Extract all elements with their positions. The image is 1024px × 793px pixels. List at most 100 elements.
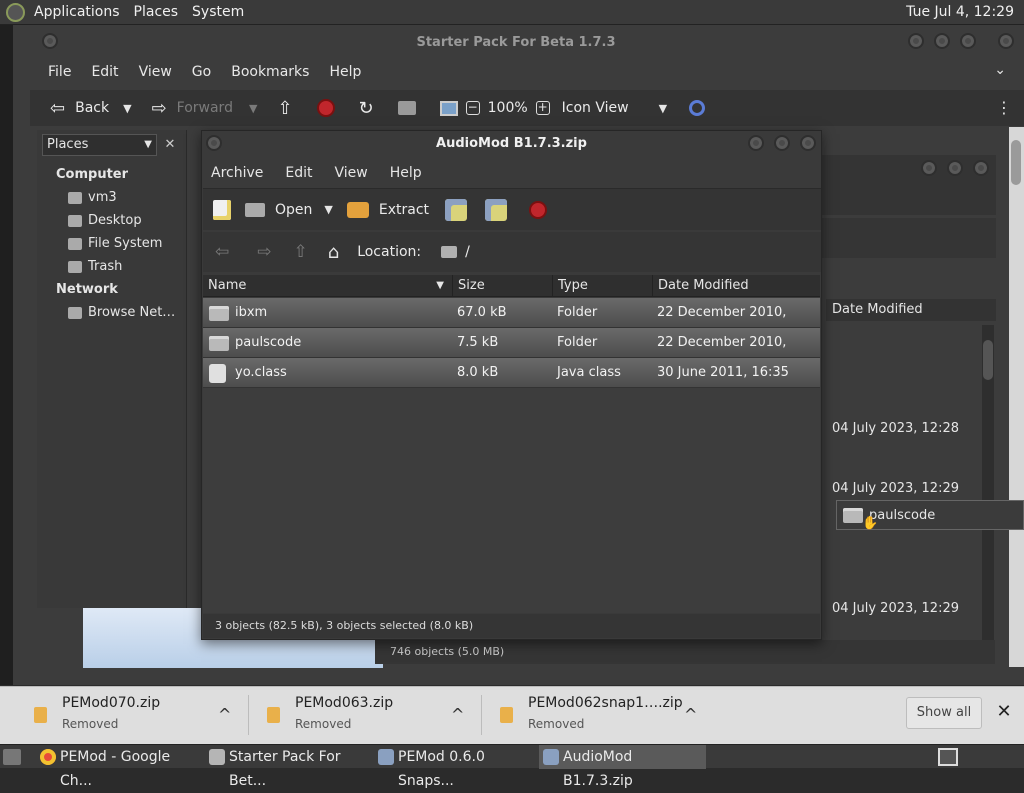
table-row[interactable]: yo.class 8.0 kB Java class 30 June 2011,… <box>203 358 820 388</box>
table-row[interactable]: paulscode 7.5 kB Folder 22 December 2010… <box>203 328 820 380</box>
open-icon[interactable] <box>245 202 265 217</box>
close-icon[interactable] <box>960 33 976 49</box>
column-header-date-modified[interactable]: Date Modified <box>826 299 996 321</box>
menu-archive[interactable]: Archive <box>211 165 263 181</box>
file-size: 7.5 kB <box>457 335 499 350</box>
file-browser-menubar: File Edit View Go Bookmarks Help ⌄ <box>30 58 1024 86</box>
file-browser-toolbar: ⇦ Back ▼ ⇨ Forward ▼ ⇧ ↻ − 100% + Icon V… <box>30 90 1024 126</box>
menu-view[interactable]: View <box>139 64 172 80</box>
computer-icon[interactable] <box>439 100 458 116</box>
inner-maximize-icon[interactable] <box>947 160 963 176</box>
table-row[interactable]: ibxm 67.0 kB Folder 22 December 2010, 13… <box>203 298 820 350</box>
menu-bookmarks[interactable]: Bookmarks <box>231 64 309 80</box>
chevron-up-icon[interactable]: ^ <box>684 705 697 724</box>
back-button[interactable]: Back <box>75 100 109 116</box>
zoom-out-icon[interactable]: − <box>465 101 480 115</box>
column-header-date-modified[interactable]: Date Modified <box>653 275 820 297</box>
menu-edit[interactable]: Edit <box>91 64 118 80</box>
menu-help[interactable]: Help <box>390 165 422 181</box>
clock[interactable]: Tue Jul 4, 12:29 <box>906 4 1014 20</box>
back-arrow-icon: ⇦ <box>215 242 230 262</box>
home-folder-icon[interactable] <box>397 101 416 115</box>
back-arrow-icon[interactable]: ⇦ <box>50 98 65 119</box>
taskbar-item-starter-pack[interactable]: Starter Pack For Bet... <box>205 745 371 789</box>
system-menu[interactable]: System <box>192 4 244 20</box>
menu-edit[interactable]: Edit <box>285 165 312 181</box>
chevron-up-icon[interactable]: ^ <box>451 705 464 724</box>
desktop-icon <box>68 214 82 227</box>
menu-file[interactable]: File <box>48 64 71 80</box>
archive-icon <box>378 749 394 765</box>
overflow-menu-icon[interactable]: ⋮ <box>996 98 1012 117</box>
sidebar-item-vm3[interactable]: vm3 <box>68 190 117 205</box>
home-icon[interactable]: ⌂ <box>328 242 339 263</box>
stop-icon[interactable] <box>316 99 335 117</box>
sidebar-item-desktop[interactable]: Desktop <box>68 213 142 228</box>
reload-icon[interactable]: ↻ <box>359 98 374 119</box>
list-item-date: 04 July 2023, 12:29 <box>832 601 959 616</box>
extra-window-button-icon[interactable] <box>998 33 1014 49</box>
maximize-icon[interactable] <box>934 33 950 49</box>
download-item[interactable]: PEMod062snap1….zip Removed ^ <box>466 687 697 745</box>
taskbar-item-pemod-snapshot[interactable]: PEMod 0.6.0 Snaps... <box>374 745 536 789</box>
places-selector[interactable]: Places ▼ <box>42 134 157 156</box>
applications-menu[interactable]: Applications <box>34 4 120 20</box>
extract-icon[interactable] <box>346 201 369 218</box>
up-arrow-icon: ⇧ <box>293 242 308 262</box>
file-date: 22 December 2010, 13:24 <box>657 335 787 380</box>
inner-close-icon[interactable] <box>973 160 989 176</box>
view-mode-dropdown-icon[interactable]: ▼ <box>659 102 667 115</box>
places-dropdown-icon[interactable]: ▼ <box>144 135 152 155</box>
search-icon[interactable] <box>689 100 706 116</box>
archive-close-icon[interactable] <box>800 135 816 151</box>
close-downloads-icon[interactable]: ✕ <box>994 697 1014 727</box>
outer-scrollbar-thumb[interactable] <box>1011 140 1021 185</box>
view-mode-select[interactable]: Icon View <box>562 100 629 116</box>
inner-minimize-icon[interactable] <box>921 160 937 176</box>
archive-maximize-icon[interactable] <box>774 135 790 151</box>
sidebar-item-trash[interactable]: Trash <box>68 259 122 274</box>
menu-go[interactable]: Go <box>192 64 211 80</box>
gnome-logo-icon[interactable] <box>6 3 25 22</box>
minimize-icon[interactable] <box>908 33 924 49</box>
chevron-up-icon[interactable]: ^ <box>218 705 231 724</box>
archive-file-list-empty-area[interactable] <box>203 388 820 613</box>
menu-help[interactable]: Help <box>329 64 361 80</box>
new-archive-icon[interactable] <box>213 199 231 220</box>
sidebar-item-file-system[interactable]: File System <box>68 236 162 251</box>
column-header-name[interactable]: Name ▼ <box>203 275 453 297</box>
close-sidebar-icon[interactable]: ✕ <box>160 134 180 156</box>
window-menu-icon[interactable] <box>42 33 58 49</box>
column-header-type[interactable]: Type <box>553 275 653 297</box>
extract-button[interactable]: Extract <box>379 202 429 218</box>
menu-view[interactable]: View <box>335 165 368 181</box>
open-dropdown-icon[interactable]: ▼ <box>324 203 332 216</box>
sort-descending-icon: ▼ <box>436 280 444 291</box>
trash-icon <box>68 260 82 273</box>
taskbar-item-chrome[interactable]: PEMod - Google Ch... <box>36 745 202 789</box>
download-item[interactable]: PEMod070.zip Removed ^ <box>0 687 231 745</box>
zoom-in-icon[interactable]: + <box>535 101 550 115</box>
chevron-down-icon[interactable]: ⌄ <box>994 62 1006 78</box>
archive-minimize-icon[interactable] <box>748 135 764 151</box>
home-icon <box>68 191 82 204</box>
taskbar-item-audiomod[interactable]: AudioMod B1.7.3.zip <box>539 745 706 789</box>
top-panel: Applications Places System Tue Jul 4, 12… <box>0 0 1024 25</box>
column-header-size[interactable]: Size <box>453 275 553 297</box>
show-desktop-icon[interactable] <box>3 749 21 765</box>
stop-icon[interactable] <box>529 200 548 219</box>
file-list-scrollbar-thumb[interactable] <box>983 340 993 380</box>
up-arrow-icon[interactable]: ⇧ <box>277 98 292 119</box>
download-item[interactable]: PEMod063.zip Removed ^ <box>233 687 464 745</box>
open-button[interactable]: Open <box>275 202 312 218</box>
places-menu[interactable]: Places <box>134 4 179 20</box>
back-dropdown-icon[interactable]: ▼ <box>123 102 131 115</box>
show-all-button[interactable]: Show all <box>906 697 982 729</box>
add-folder-icon[interactable] <box>485 198 508 221</box>
add-files-icon[interactable] <box>445 198 468 221</box>
workspace-switcher-icon[interactable] <box>938 748 958 766</box>
location-input[interactable]: / <box>465 244 470 260</box>
archive-icon <box>543 749 559 765</box>
sidebar-item-browse-network[interactable]: Browse Net… <box>68 305 175 320</box>
outer-scrollbar[interactable] <box>1009 127 1024 667</box>
